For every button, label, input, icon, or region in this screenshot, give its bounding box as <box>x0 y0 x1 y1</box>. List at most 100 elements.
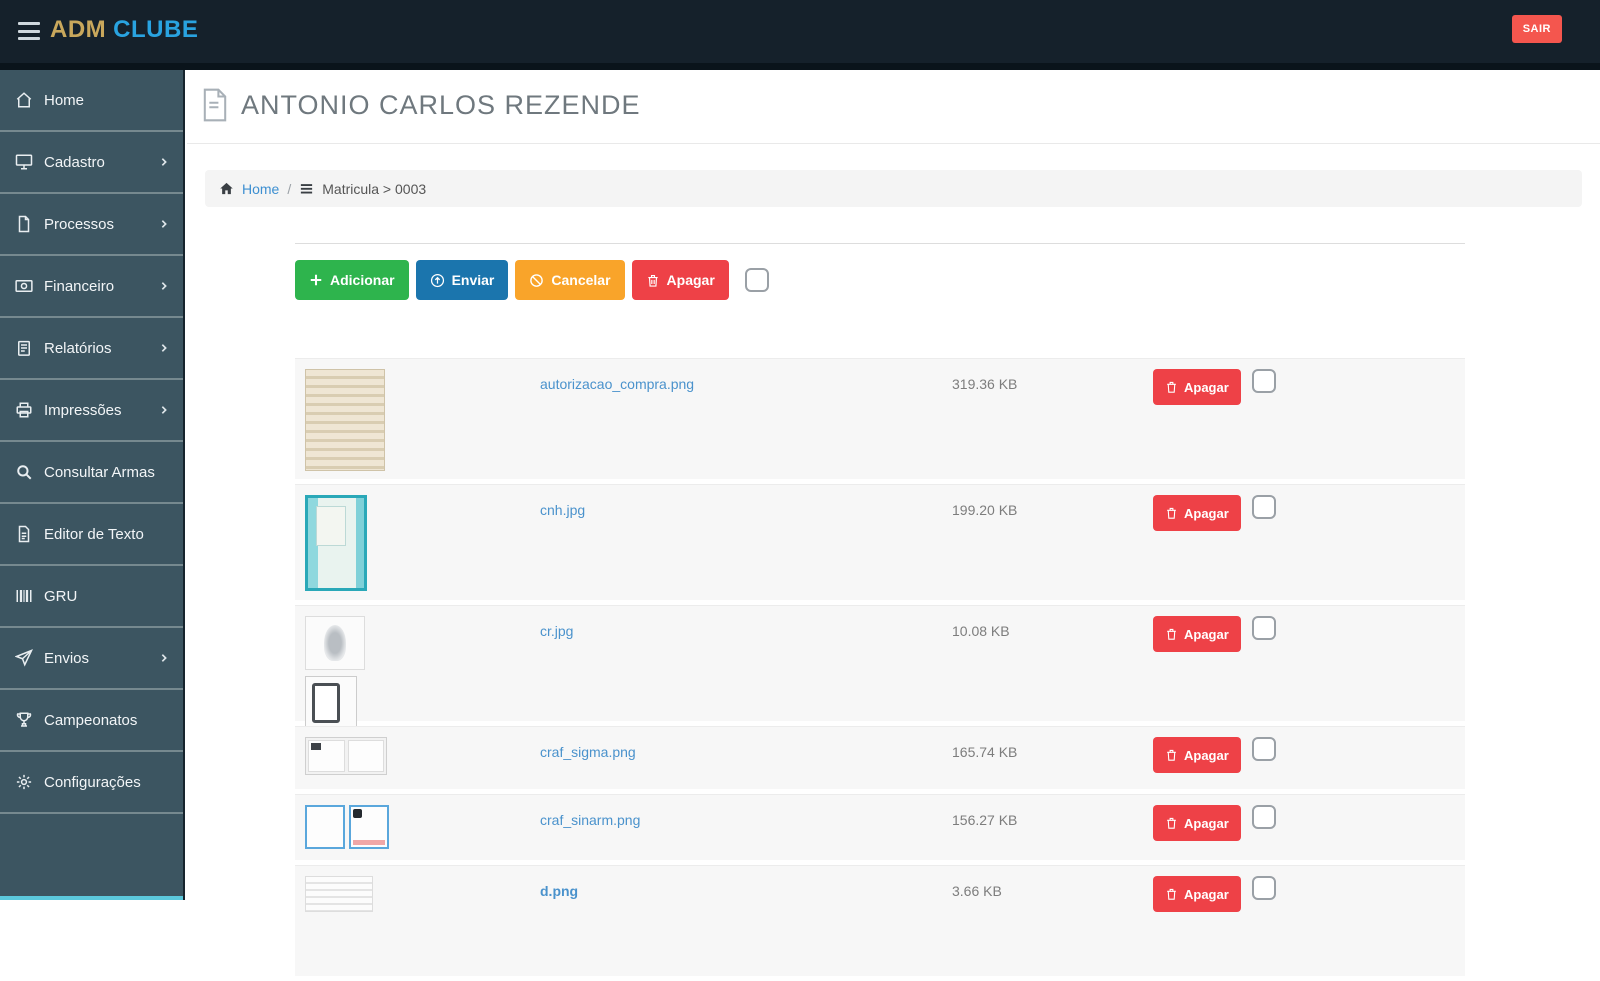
sidebar-item-campeonatos[interactable]: Campeonatos <box>0 690 183 752</box>
page-title: ANTONIO CARLOS REZENDE <box>241 89 641 120</box>
row-actions: Apagar <box>1153 495 1276 531</box>
search-icon <box>14 463 33 482</box>
sidebar-item-label: Cadastro <box>44 153 105 171</box>
document-icon <box>201 88 229 122</box>
file-thumbnail[interactable] <box>305 805 389 849</box>
sidebar-item-label: Envios <box>44 649 90 667</box>
send-button[interactable]: Enviar <box>415 260 509 300</box>
logout-button[interactable]: SAIR <box>1511 15 1562 43</box>
sidebar-item-financeiro[interactable]: Financeiro <box>0 256 183 318</box>
menu-toggle-icon[interactable] <box>18 22 40 40</box>
row-checkbox[interactable] <box>1251 737 1276 761</box>
file-row: craf_sinarm.png 156.27 KB Apagar <box>295 794 1465 860</box>
row-delete-button[interactable]: Apagar <box>1153 737 1241 773</box>
add-button-label: Adicionar <box>330 272 395 288</box>
row-checkbox[interactable] <box>1251 495 1276 519</box>
file-thumbnail[interactable] <box>305 737 387 775</box>
file-name-link[interactable]: craf_sigma.png <box>540 744 636 760</box>
ban-icon <box>529 273 544 288</box>
file-name-link[interactable]: craf_sinarm.png <box>540 812 640 828</box>
barcode-icon <box>14 587 33 606</box>
breadcrumb-section: Matricula > 0003 <box>322 180 427 197</box>
file-size: 3.66 KB <box>952 883 1002 899</box>
sidebar-item-label: Financeiro <box>44 277 115 295</box>
file-row: d.png 3.66 KB Apagar <box>295 865 1465 976</box>
sidebar-item-consultar-armas[interactable]: Consultar Armas <box>0 442 183 504</box>
row-delete-button[interactable]: Apagar <box>1153 369 1241 405</box>
page-header: ANTONIO CARLOS REZENDE <box>201 88 641 122</box>
select-all-checkbox[interactable] <box>744 268 769 292</box>
header-divider <box>187 143 1600 144</box>
row-actions: Apagar <box>1153 737 1276 773</box>
file-name-link[interactable]: d.png <box>540 883 578 899</box>
main-content: ANTONIO CARLOS REZENDE Home / Matricula … <box>187 70 1600 976</box>
list-icon <box>299 181 314 196</box>
sidebar-item-label: GRU <box>44 587 78 605</box>
breadcrumb-home-link[interactable]: Home <box>242 181 279 197</box>
chevron-right-icon <box>159 281 169 291</box>
brand-logo: ADM CLUBE <box>50 16 198 44</box>
breadcrumb: Home / Matricula > 0003 <box>205 170 1582 207</box>
delete-button[interactable]: Apagar <box>631 260 729 300</box>
sidebar-item-label: Configurações <box>44 773 141 791</box>
sidebar-item-cadastro[interactable]: Cadastro <box>0 132 183 194</box>
row-actions: Apagar <box>1153 805 1276 841</box>
brand-clube: CLUBE <box>113 16 199 43</box>
chevron-right-icon <box>159 653 169 663</box>
sidebar-item-label: Home <box>44 91 85 109</box>
sidebar-item-label: Consultar Armas <box>44 463 155 481</box>
sidebar-item-label: Processos <box>44 215 115 233</box>
plus-icon <box>309 273 323 287</box>
row-delete-label: Apagar <box>1184 505 1229 521</box>
row-checkbox[interactable] <box>1251 616 1276 640</box>
file-size: 10.08 KB <box>952 623 1010 639</box>
breadcrumb-separator: / <box>287 180 292 197</box>
row-checkbox[interactable] <box>1251 369 1276 393</box>
sidebar-item-label: Campeonatos <box>44 711 138 729</box>
gear-icon <box>14 773 33 792</box>
row-delete-button[interactable]: Apagar <box>1153 805 1241 841</box>
sidebar-item-processos[interactable]: Processos <box>0 194 183 256</box>
file-size: 319.36 KB <box>952 376 1018 392</box>
file-thumbnail[interactable] <box>305 616 365 730</box>
sidebar-item-relatorios[interactable]: Relatórios <box>0 318 183 380</box>
file-row: autorizacao_compra.png 319.36 KB Apagar <box>295 358 1465 479</box>
paper-plane-icon <box>14 649 33 668</box>
file-thumbnail[interactable] <box>305 495 367 591</box>
row-delete-button[interactable]: Apagar <box>1153 495 1241 531</box>
upload-icon <box>430 273 445 288</box>
sidebar-item-editor-de-texto[interactable]: Editor de Texto <box>0 504 183 566</box>
sidebar-item-impressoes[interactable]: Impressões <box>0 380 183 442</box>
cancel-button-label: Cancelar <box>551 272 611 288</box>
navbar-divider <box>0 63 1600 70</box>
chevron-right-icon <box>159 219 169 229</box>
sidebar-item-configuracoes[interactable]: Configurações <box>0 752 183 814</box>
sidebar-item-home[interactable]: Home <box>0 70 183 132</box>
row-checkbox[interactable] <box>1251 805 1276 829</box>
sidebar-item-envios[interactable]: Envios <box>0 628 183 690</box>
toolbar: Adicionar Enviar Cancelar Apagar <box>295 260 769 300</box>
trash-icon <box>1165 887 1178 901</box>
file-thumbnail[interactable] <box>305 876 373 912</box>
cancel-button[interactable]: Cancelar <box>515 260 625 300</box>
file-row: cr.jpg 10.08 KB Apagar <box>295 605 1465 730</box>
row-delete-button[interactable]: Apagar <box>1153 876 1241 912</box>
file-name-link[interactable]: cr.jpg <box>540 623 573 639</box>
delete-button-label: Apagar <box>666 272 715 288</box>
row-actions: Apagar <box>1153 369 1276 405</box>
row-delete-button[interactable]: Apagar <box>1153 616 1241 652</box>
chevron-right-icon <box>159 343 169 353</box>
file-name-link[interactable]: autorizacao_compra.png <box>540 376 694 392</box>
sidebar-item-label: Impressões <box>44 401 122 419</box>
row-checkbox[interactable] <box>1251 876 1276 900</box>
add-button[interactable]: Adicionar <box>295 260 409 300</box>
file-icon <box>14 215 33 234</box>
file-row: cnh.jpg 199.20 KB Apagar <box>295 484 1465 600</box>
toolbar-divider <box>295 243 1465 244</box>
report-icon <box>14 339 33 358</box>
file-text-icon <box>14 525 33 544</box>
file-thumbnail[interactable] <box>305 369 385 471</box>
sidebar-item-gru[interactable]: GRU <box>0 566 183 628</box>
money-icon <box>14 277 33 296</box>
file-name-link[interactable]: cnh.jpg <box>540 502 585 518</box>
